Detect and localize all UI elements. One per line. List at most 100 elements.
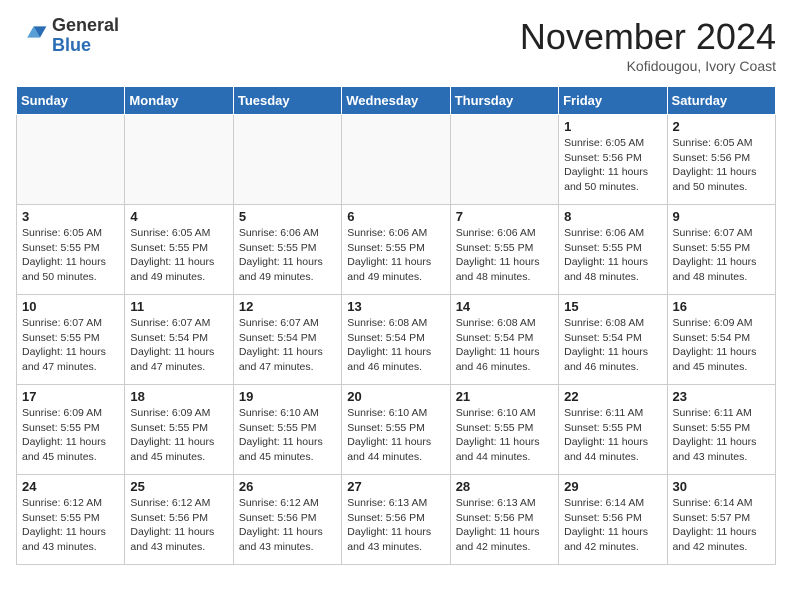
day-number: 22 xyxy=(564,389,661,404)
day-number: 28 xyxy=(456,479,553,494)
day-detail: Sunrise: 6:12 AM Sunset: 5:56 PM Dayligh… xyxy=(130,496,227,555)
day-detail: Sunrise: 6:10 AM Sunset: 5:55 PM Dayligh… xyxy=(456,406,553,465)
calendar-cell: 7Sunrise: 6:06 AM Sunset: 5:55 PM Daylig… xyxy=(450,205,558,295)
day-detail: Sunrise: 6:06 AM Sunset: 5:55 PM Dayligh… xyxy=(239,226,336,285)
day-detail: Sunrise: 6:06 AM Sunset: 5:55 PM Dayligh… xyxy=(347,226,444,285)
weekday-header-friday: Friday xyxy=(559,87,667,115)
day-detail: Sunrise: 6:14 AM Sunset: 5:57 PM Dayligh… xyxy=(673,496,770,555)
day-detail: Sunrise: 6:09 AM Sunset: 5:55 PM Dayligh… xyxy=(22,406,119,465)
calendar-cell: 20 Sunrise: 6:10 AM Sunset: 5:55 PM Dayli… xyxy=(342,385,450,475)
day-detail: Sunrise: 6:06 AM Sunset: 5:55 PM Dayligh… xyxy=(564,226,661,285)
weekday-header-row: SundayMondayTuesdayWednesdayThursdayFrid… xyxy=(17,87,776,115)
day-detail: Sunrise: 6:07 AM Sunset: 5:54 PM Dayligh… xyxy=(130,316,227,375)
logo-blue: Blue xyxy=(52,35,91,55)
week-row-2: 3Sunrise: 6:05 AM Sunset: 5:55 PM Daylig… xyxy=(17,205,776,295)
logo: General Blue xyxy=(16,16,119,56)
day-number: 18 xyxy=(130,389,227,404)
day-detail: Sunrise: 6:11 AM Sunset: 5:55 PM Dayligh… xyxy=(564,406,661,465)
calendar-cell: 10 Sunrise: 6:07 AM Sunset: 5:55 PM Dayli… xyxy=(17,295,125,385)
day-number: 12 xyxy=(239,299,336,314)
calendar-table: SundayMondayTuesdayWednesdayThursdayFrid… xyxy=(16,86,776,565)
day-number: 26 xyxy=(239,479,336,494)
title-block: November 2024 Kofidougou, Ivory Coast xyxy=(520,16,776,74)
calendar-cell: 26 Sunrise: 6:12 AM Sunset: 5:56 PM Dayli… xyxy=(233,475,341,565)
calendar-cell xyxy=(342,115,450,205)
calendar-cell: 8 Sunrise: 6:06 AM Sunset: 5:55 PM Daylig… xyxy=(559,205,667,295)
day-detail: Sunrise: 6:07 AM Sunset: 5:55 PM Dayligh… xyxy=(673,226,770,285)
calendar-cell xyxy=(125,115,233,205)
day-detail: Sunrise: 6:05 AM Sunset: 5:56 PM Dayligh… xyxy=(673,136,770,195)
calendar-cell: 4Sunrise: 6:05 AM Sunset: 5:55 PM Daylig… xyxy=(125,205,233,295)
day-detail: Sunrise: 6:09 AM Sunset: 5:55 PM Dayligh… xyxy=(130,406,227,465)
calendar-cell: 21 Sunrise: 6:10 AM Sunset: 5:55 PM Dayli… xyxy=(450,385,558,475)
day-detail: Sunrise: 6:09 AM Sunset: 5:54 PM Dayligh… xyxy=(673,316,770,375)
location: Kofidougou, Ivory Coast xyxy=(520,58,776,74)
day-detail: Sunrise: 6:07 AM Sunset: 5:55 PM Dayligh… xyxy=(22,316,119,375)
calendar-cell: 18 Sunrise: 6:09 AM Sunset: 5:55 PM Dayli… xyxy=(125,385,233,475)
weekday-header-thursday: Thursday xyxy=(450,87,558,115)
logo-text: General Blue xyxy=(52,16,119,56)
calendar-cell xyxy=(233,115,341,205)
day-number: 19 xyxy=(239,389,336,404)
calendar-cell: 9 Sunrise: 6:07 AM Sunset: 5:55 PM Daylig… xyxy=(667,205,775,295)
calendar-cell xyxy=(17,115,125,205)
calendar-cell: 14Sunrise: 6:08 AM Sunset: 5:54 PM Dayli… xyxy=(450,295,558,385)
day-detail: Sunrise: 6:05 AM Sunset: 5:56 PM Dayligh… xyxy=(564,136,661,195)
calendar-cell xyxy=(450,115,558,205)
calendar-cell: 30 Sunrise: 6:14 AM Sunset: 5:57 PM Dayli… xyxy=(667,475,775,565)
day-number: 17 xyxy=(22,389,119,404)
calendar-cell: 11 Sunrise: 6:07 AM Sunset: 5:54 PM Dayli… xyxy=(125,295,233,385)
weekday-header-monday: Monday xyxy=(125,87,233,115)
calendar-cell: 28 Sunrise: 6:13 AM Sunset: 5:56 PM Dayli… xyxy=(450,475,558,565)
day-number: 2 xyxy=(673,119,770,134)
month-year: November 2024 xyxy=(520,16,776,58)
day-detail: Sunrise: 6:13 AM Sunset: 5:56 PM Dayligh… xyxy=(347,496,444,555)
day-number: 5 xyxy=(239,209,336,224)
day-number: 23 xyxy=(673,389,770,404)
day-number: 16 xyxy=(673,299,770,314)
calendar-cell: 12 Sunrise: 6:07 AM Sunset: 5:54 PM Dayli… xyxy=(233,295,341,385)
calendar-cell: 22 Sunrise: 6:11 AM Sunset: 5:55 PM Dayli… xyxy=(559,385,667,475)
day-detail: Sunrise: 6:13 AM Sunset: 5:56 PM Dayligh… xyxy=(456,496,553,555)
day-number: 9 xyxy=(673,209,770,224)
calendar-cell: 1 Sunrise: 6:05 AM Sunset: 5:56 PM Daylig… xyxy=(559,115,667,205)
logo-icon xyxy=(16,20,48,52)
day-detail: Sunrise: 6:12 AM Sunset: 5:55 PM Dayligh… xyxy=(22,496,119,555)
day-detail: Sunrise: 6:14 AM Sunset: 5:56 PM Dayligh… xyxy=(564,496,661,555)
day-detail: Sunrise: 6:08 AM Sunset: 5:54 PM Dayligh… xyxy=(564,316,661,375)
day-number: 14 xyxy=(456,299,553,314)
calendar-cell: 27 Sunrise: 6:13 AM Sunset: 5:56 PM Dayli… xyxy=(342,475,450,565)
day-number: 15 xyxy=(564,299,661,314)
day-number: 21 xyxy=(456,389,553,404)
day-detail: Sunrise: 6:11 AM Sunset: 5:55 PM Dayligh… xyxy=(673,406,770,465)
calendar-cell: 3Sunrise: 6:05 AM Sunset: 5:55 PM Daylig… xyxy=(17,205,125,295)
calendar-cell: 13 Sunrise: 6:08 AM Sunset: 5:54 PM Dayli… xyxy=(342,295,450,385)
day-number: 1 xyxy=(564,119,661,134)
day-number: 13 xyxy=(347,299,444,314)
day-detail: Sunrise: 6:10 AM Sunset: 5:55 PM Dayligh… xyxy=(347,406,444,465)
day-number: 11 xyxy=(130,299,227,314)
day-number: 20 xyxy=(347,389,444,404)
day-number: 25 xyxy=(130,479,227,494)
calendar-cell: 6 Sunrise: 6:06 AM Sunset: 5:55 PM Daylig… xyxy=(342,205,450,295)
day-number: 29 xyxy=(564,479,661,494)
day-detail: Sunrise: 6:12 AM Sunset: 5:56 PM Dayligh… xyxy=(239,496,336,555)
day-number: 8 xyxy=(564,209,661,224)
week-row-3: 10 Sunrise: 6:07 AM Sunset: 5:55 PM Dayli… xyxy=(17,295,776,385)
day-number: 10 xyxy=(22,299,119,314)
day-number: 4 xyxy=(130,209,227,224)
day-detail: Sunrise: 6:07 AM Sunset: 5:54 PM Dayligh… xyxy=(239,316,336,375)
logo-general: General xyxy=(52,15,119,35)
day-number: 27 xyxy=(347,479,444,494)
calendar-cell: 5 Sunrise: 6:06 AM Sunset: 5:55 PM Daylig… xyxy=(233,205,341,295)
day-number: 30 xyxy=(673,479,770,494)
day-detail: Sunrise: 6:08 AM Sunset: 5:54 PM Dayligh… xyxy=(347,316,444,375)
day-detail: Sunrise: 6:05 AM Sunset: 5:55 PM Dayligh… xyxy=(22,226,119,285)
calendar-cell: 24 Sunrise: 6:12 AM Sunset: 5:55 PM Dayli… xyxy=(17,475,125,565)
week-row-5: 24 Sunrise: 6:12 AM Sunset: 5:55 PM Dayli… xyxy=(17,475,776,565)
day-number: 24 xyxy=(22,479,119,494)
calendar-cell: 16 Sunrise: 6:09 AM Sunset: 5:54 PM Dayli… xyxy=(667,295,775,385)
day-number: 6 xyxy=(347,209,444,224)
page-header: General Blue November 2024 Kofidougou, I… xyxy=(16,16,776,74)
week-row-4: 17 Sunrise: 6:09 AM Sunset: 5:55 PM Dayli… xyxy=(17,385,776,475)
